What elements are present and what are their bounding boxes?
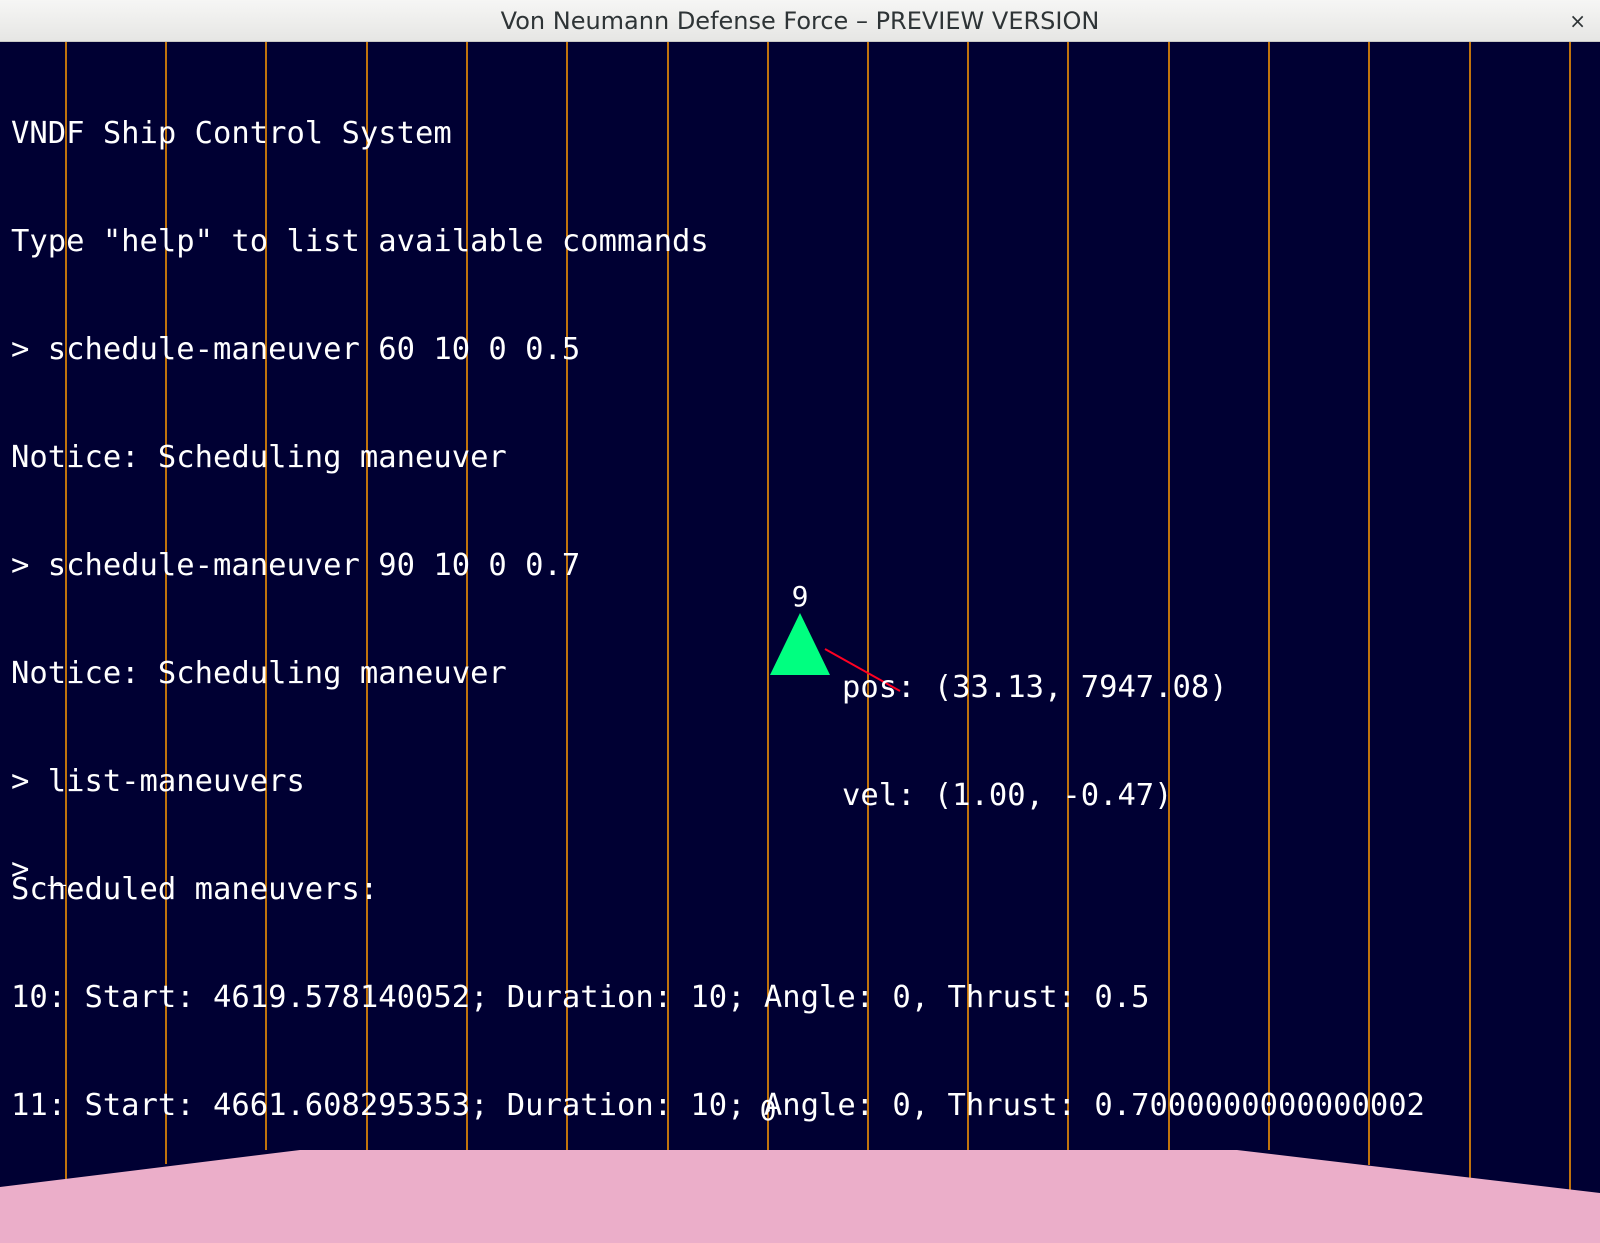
close-icon[interactable]: ×: [1569, 0, 1586, 42]
ship-position-label: pos: (33.13, 7947.08): [842, 670, 1228, 705]
command-input[interactable]: > _: [11, 852, 66, 888]
ground-altitude-label: 0: [759, 1094, 777, 1127]
console-line: 11: Start: 4661.608295353; Duration: 10;…: [11, 1088, 1425, 1123]
console-line: > schedule-maneuver 90 10 0 0.7: [11, 548, 581, 583]
window-titlebar: Von Neumann Defense Force – PREVIEW VERS…: [0, 0, 1600, 42]
ship-info: pos: (33.13, 7947.08) vel: (1.00, -0.47): [842, 598, 1228, 886]
console-line: Notice: Scheduling maneuver: [11, 440, 507, 475]
console-line: VNDF Ship Control System: [11, 116, 452, 151]
window-title: Von Neumann Defense Force – PREVIEW VERS…: [500, 7, 1100, 35]
console-line: Type "help" to list available commands: [11, 224, 709, 259]
console-line: 10: Start: 4619.578140052; Duration: 10;…: [11, 980, 1150, 1015]
game-viewport[interactable]: VNDF Ship Control System Type "help" to …: [0, 42, 1600, 1243]
console-line: > schedule-maneuver 60 10 0 0.5: [11, 332, 581, 367]
ship-velocity-label: vel: (1.00, -0.47): [842, 778, 1173, 813]
ship-id-label: 9: [791, 580, 809, 613]
